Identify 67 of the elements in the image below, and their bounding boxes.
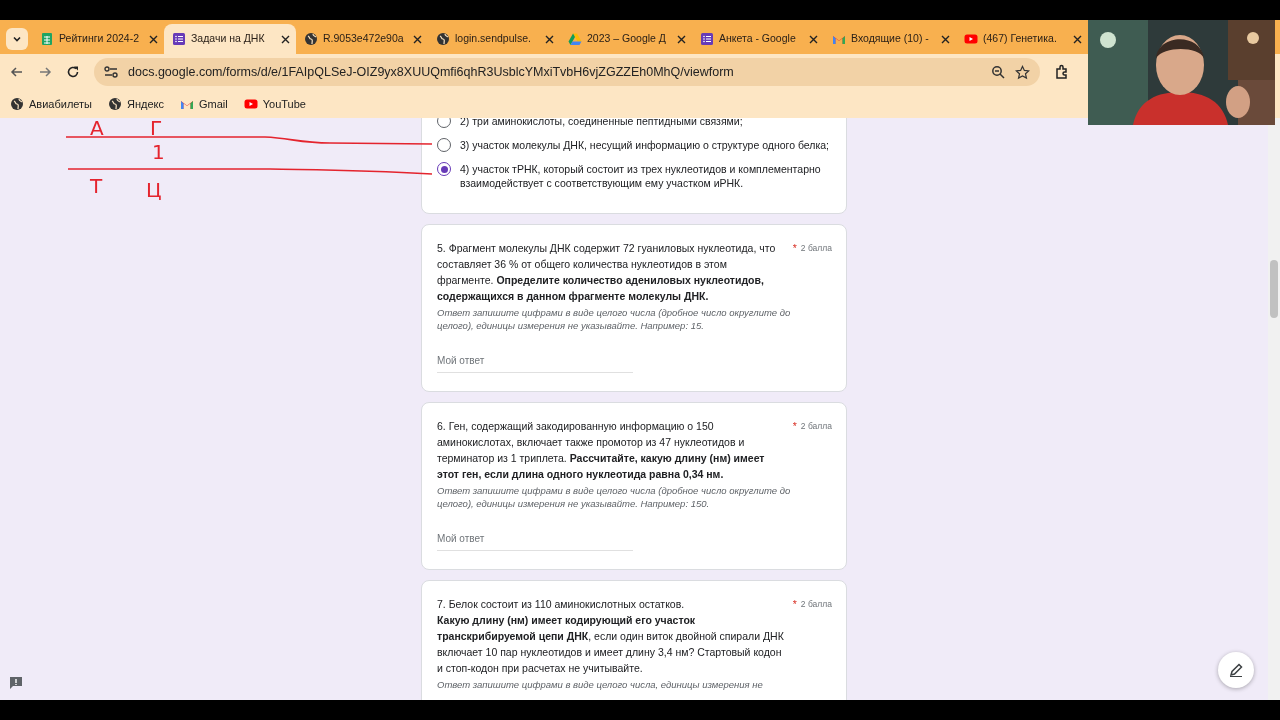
star-icon[interactable] <box>1015 64 1030 80</box>
browser-tab[interactable]: Входящие (10) - <box>824 24 956 54</box>
required-mark: * <box>792 597 797 612</box>
globe-icon <box>304 32 318 46</box>
option-label: 4) участок тРНК, который состоит из трех нуклеотидов и комплементарно взаимодействует с соответствующим ему участком иРНК. <box>460 162 822 190</box>
answer-field[interactable]: Мой ответ <box>437 350 633 373</box>
close-icon[interactable] <box>941 34 950 44</box>
form-icon <box>172 32 186 46</box>
hint-text: Ответ запишите цифрами в виде целого числа (дробное число округлите до целого), единицы измерения не указывайте. Например: 15. <box>437 306 792 332</box>
required-mark: * <box>792 419 797 434</box>
tab-list-button[interactable] <box>6 28 28 50</box>
close-icon[interactable] <box>677 34 686 44</box>
close-icon[interactable] <box>413 34 422 44</box>
back-button[interactable] <box>10 65 24 79</box>
browser-tab[interactable]: R.9053e472e90a <box>296 24 428 54</box>
url-text: docs.google.com/forms/d/e/1FAIpQLSeJ-OIZ9yx8XUUQmfi6qhR3UsblcYMxiTvbH6vjZGZZEh0MhQ/viewform <box>128 63 735 81</box>
bookmark-link[interactable]: Gmail <box>180 95 228 113</box>
extensions-icon[interactable] <box>1054 64 1070 80</box>
play-icon <box>964 32 978 46</box>
answer-field[interactable]: Мой ответ <box>437 528 633 551</box>
handwritten-letter: А <box>90 118 104 138</box>
reload-button[interactable] <box>66 65 80 79</box>
globe-icon <box>10 97 24 111</box>
browser-tab[interactable]: login.sendpulse. <box>428 24 560 54</box>
zoom-icon[interactable] <box>991 65 1005 79</box>
form-icon <box>700 32 714 46</box>
globe-icon <box>108 97 122 111</box>
handwritten-letter: Г <box>150 118 163 138</box>
site-settings-icon <box>104 66 118 78</box>
points-label: 2 балла <box>800 598 832 611</box>
play-icon <box>243 97 258 111</box>
chevron-icon <box>12 34 22 44</box>
browser-tab[interactable]: Рейтинги 2024-2 <box>32 24 164 54</box>
close-icon[interactable] <box>149 34 158 44</box>
option-label: 2) три аминокислоты, соединенные пептидными связями; <box>460 118 743 128</box>
address-bar[interactable]: docs.google.com/forms/d/e/1FAIpQLSeJ-OIZ9yx8XUUQmfi6qhR3UsblcYMxiTvbH6vjZGZZEh0MhQ/viewform <box>94 58 1040 86</box>
forward-button[interactable] <box>38 65 52 79</box>
points-label: 2 балла <box>800 242 832 255</box>
option-label: 3) участок молекулы ДНК, несущий информацию о структуре одного белка; <box>460 138 829 152</box>
required-mark: * <box>792 241 797 256</box>
close-icon[interactable] <box>809 34 818 44</box>
spreadsheet-icon <box>40 32 54 46</box>
bookmark-link[interactable]: Яндекс <box>108 95 164 113</box>
close-icon[interactable] <box>1073 34 1082 44</box>
browser-tab[interactable]: 2023 – Google Д <box>560 24 692 54</box>
question-text: 5. Фрагмент молекулы ДНК содержит 72 гуаниловых нуклеотида, что составляет 36 % от общего количества нуклеотидов в этом фрагменте. Определите количество адениловых нуклеотидов, содержащихся в данном фрагменте молекулы ДНК. <box>437 241 777 304</box>
close-icon[interactable] <box>281 34 290 44</box>
browser-tab[interactable]: Задачи на ДНК <box>164 24 296 54</box>
scrollbar-thumb[interactable] <box>1270 260 1278 318</box>
handwritten-letter: Т <box>90 176 103 196</box>
bookmark-link[interactable]: Авиабилеты <box>10 95 92 113</box>
handwritten-letter: 1 <box>152 142 165 162</box>
handwritten-letter: Ц <box>146 180 162 200</box>
points-label: 2 балла <box>800 420 832 433</box>
edit-button[interactable] <box>1218 652 1254 688</box>
globe-icon <box>436 32 450 46</box>
browser-tab[interactable]: Анкета - Google <box>692 24 824 54</box>
question-text: 6. Ген, содержащий закодированную информацию о 150 аминокислотах, включает также промотор из 47 нуклеотидов и терминатор из 1 триплета. Рассчитайте, какую длину (нм) имеет этот ген, если длина одного нуклеотида равна 0,34 нм. <box>437 419 766 482</box>
question-text: 7. Белок состоит из 110 аминокислотных остатков. Какую длину (нм) имеет кодирующий его участок транскрибируемой цепи ДНК, если один виток двойной спирали ДНК включает 10 пар нуклеотидов и имеет длину 3,4 нм? Стартовый кодон и стоп-кодон при расчетах не учитывайте. <box>437 597 785 676</box>
hint-text: Ответ запишите цифрами в виде целого числа, единицы измерения не <box>437 678 764 691</box>
hint-text: Ответ запишите цифрами в виде целого числа (дробное число округлите до целого), единицы измерения не указывайте. Например: 150. <box>437 484 792 510</box>
close-icon[interactable] <box>545 34 554 44</box>
triangle-logo-icon <box>568 32 582 46</box>
feedback-icon[interactable] <box>9 676 23 690</box>
pencil-icon <box>1229 663 1243 677</box>
browser-tab[interactable]: (467) Генетика. <box>956 24 1088 54</box>
bookmark-link[interactable]: YouTube <box>243 95 306 113</box>
